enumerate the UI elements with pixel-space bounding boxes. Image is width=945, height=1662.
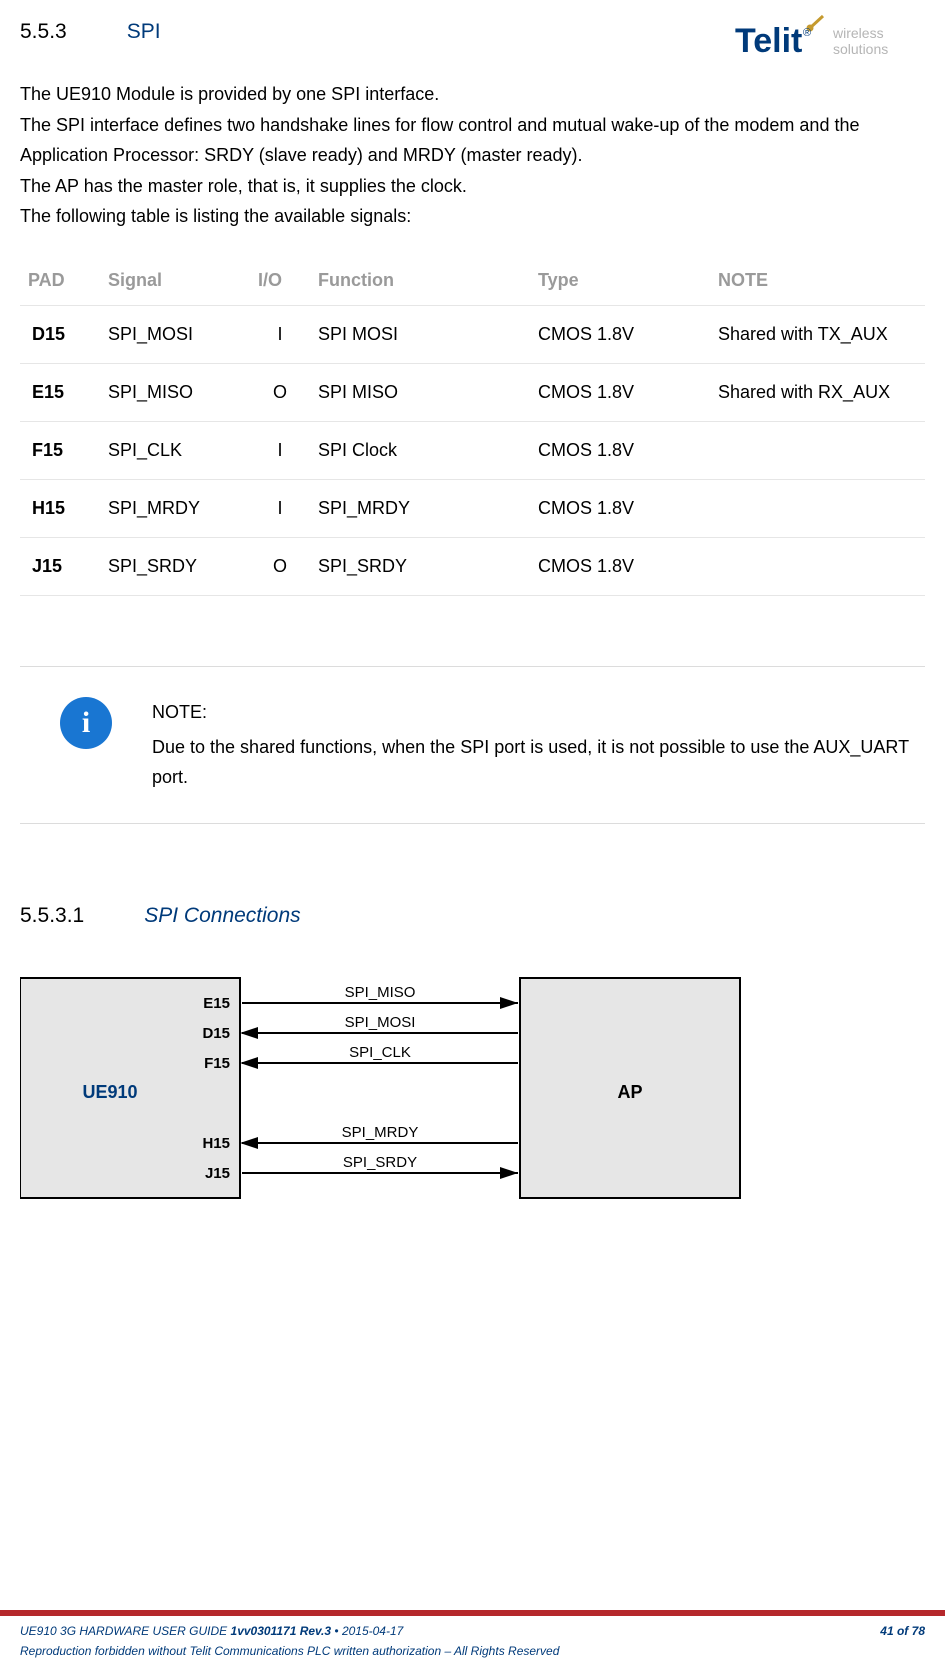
- cell-signal: SPI_SRDY: [100, 537, 250, 595]
- cell-type: CMOS 1.8V: [530, 363, 710, 421]
- logo-sub2: solutions: [833, 41, 888, 57]
- note-label: NOTE:: [152, 697, 925, 728]
- diagram-left-label: UE910: [82, 1082, 137, 1102]
- cell-pad: F15: [20, 421, 100, 479]
- diagram-pin-label: F15: [204, 1055, 230, 1072]
- note-block: i NOTE: Due to the shared functions, whe…: [20, 666, 925, 824]
- cell-note: [710, 537, 925, 595]
- diagram-signal-label: SPI_CLK: [349, 1044, 411, 1061]
- table-row: H15SPI_MRDYISPI_MRDYCMOS 1.8V: [20, 479, 925, 537]
- cell-pad: H15: [20, 479, 100, 537]
- logo-sub1: wireless: [832, 25, 884, 41]
- cell-type: CMOS 1.8V: [530, 537, 710, 595]
- cell-type: CMOS 1.8V: [530, 479, 710, 537]
- cell-io: I: [250, 421, 310, 479]
- note-body: Due to the shared functions, when the SP…: [152, 732, 925, 793]
- cell-pad: D15: [20, 305, 100, 363]
- section-title: SPI: [127, 20, 161, 44]
- th-type: Type: [530, 256, 710, 306]
- svg-text:®: ®: [803, 27, 811, 39]
- cell-io: I: [250, 305, 310, 363]
- info-icon: i: [60, 697, 112, 749]
- th-pad: PAD: [20, 256, 100, 306]
- signal-table: PAD Signal I/O Function Type NOTE D15SPI…: [20, 256, 925, 596]
- diagram-signal-label: SPI_SRDY: [343, 1154, 417, 1171]
- cell-function: SPI MOSI: [310, 305, 530, 363]
- diagram-signal-label: SPI_MRDY: [342, 1124, 419, 1141]
- table-row: J15SPI_SRDYOSPI_SRDYCMOS 1.8V: [20, 537, 925, 595]
- paragraph: The UE910 Module is provided by one SPI …: [20, 79, 925, 110]
- diagram-pin-label: D15: [202, 1025, 230, 1042]
- spi-connection-diagram: UE910 AP E15 SPI_MISO D15 SPI_MOSI F15 SPI_CL…: [20, 968, 925, 1223]
- subsection-number: 5.5.3.1: [20, 904, 84, 928]
- page-footer: UE910 3G HARDWARE USER GUIDE 1vv0301171 …: [0, 1610, 945, 1662]
- footer-sep: •: [331, 1624, 342, 1638]
- diagram-pin-label: H15: [202, 1135, 230, 1152]
- cell-pad: E15: [20, 363, 100, 421]
- table-row: E15SPI_MISOOSPI MISOCMOS 1.8VShared with…: [20, 363, 925, 421]
- cell-signal: SPI_MRDY: [100, 479, 250, 537]
- cell-function: SPI MISO: [310, 363, 530, 421]
- subsection-title: SPI Connections: [144, 904, 300, 928]
- footer-rev: 1vv0301171 Rev.3: [231, 1624, 332, 1638]
- cell-note: [710, 479, 925, 537]
- cell-type: CMOS 1.8V: [530, 421, 710, 479]
- cell-note: [710, 421, 925, 479]
- th-function: Function: [310, 256, 530, 306]
- cell-signal: SPI_MISO: [100, 363, 250, 421]
- cell-note: Shared with RX_AUX: [710, 363, 925, 421]
- table-header-row: PAD Signal I/O Function Type NOTE: [20, 256, 925, 306]
- cell-function: SPI Clock: [310, 421, 530, 479]
- cell-signal: SPI_CLK: [100, 421, 250, 479]
- section-heading: 5.5.3 SPI: [20, 20, 161, 44]
- footer-date: 2015-04-17: [342, 1624, 403, 1638]
- footer-doc: UE910 3G HARDWARE USER GUIDE: [20, 1624, 227, 1638]
- th-io: I/O: [250, 256, 310, 306]
- th-signal: Signal: [100, 256, 250, 306]
- cell-type: CMOS 1.8V: [530, 305, 710, 363]
- footer-legal: Reproduction forbidden without Telit Com…: [20, 1644, 925, 1658]
- th-note: NOTE: [710, 256, 925, 306]
- diagram-signal-label: SPI_MISO: [345, 984, 416, 1001]
- cell-io: O: [250, 363, 310, 421]
- cell-io: I: [250, 479, 310, 537]
- diagram-signal-label: SPI_MOSI: [345, 1014, 416, 1031]
- diagram-pin-label: J15: [205, 1165, 230, 1182]
- cell-pad: J15: [20, 537, 100, 595]
- logo-text: Telit: [735, 22, 802, 60]
- cell-signal: SPI_MOSI: [100, 305, 250, 363]
- section-number: 5.5.3: [20, 20, 67, 44]
- cell-function: SPI_SRDY: [310, 537, 530, 595]
- diagram-pin-label: E15: [203, 995, 230, 1012]
- paragraph: The following table is listing the avail…: [20, 201, 925, 232]
- paragraph: The AP has the master role, that is, it …: [20, 171, 925, 202]
- subsection-heading: 5.5.3.1 SPI Connections: [20, 904, 925, 928]
- cell-function: SPI_MRDY: [310, 479, 530, 537]
- cell-note: Shared with TX_AUX: [710, 305, 925, 363]
- paragraph: The SPI interface defines two handshake …: [20, 110, 925, 171]
- diagram-right-label: AP: [617, 1082, 642, 1102]
- table-row: D15SPI_MOSIISPI MOSICMOS 1.8VShared with…: [20, 305, 925, 363]
- table-row: F15SPI_CLKISPI ClockCMOS 1.8V: [20, 421, 925, 479]
- footer-page: 41 of 78: [880, 1624, 925, 1638]
- cell-io: O: [250, 537, 310, 595]
- brand-logo: Telit ® wireless solutions: [735, 14, 925, 69]
- body-paragraphs: The UE910 Module is provided by one SPI …: [20, 79, 925, 232]
